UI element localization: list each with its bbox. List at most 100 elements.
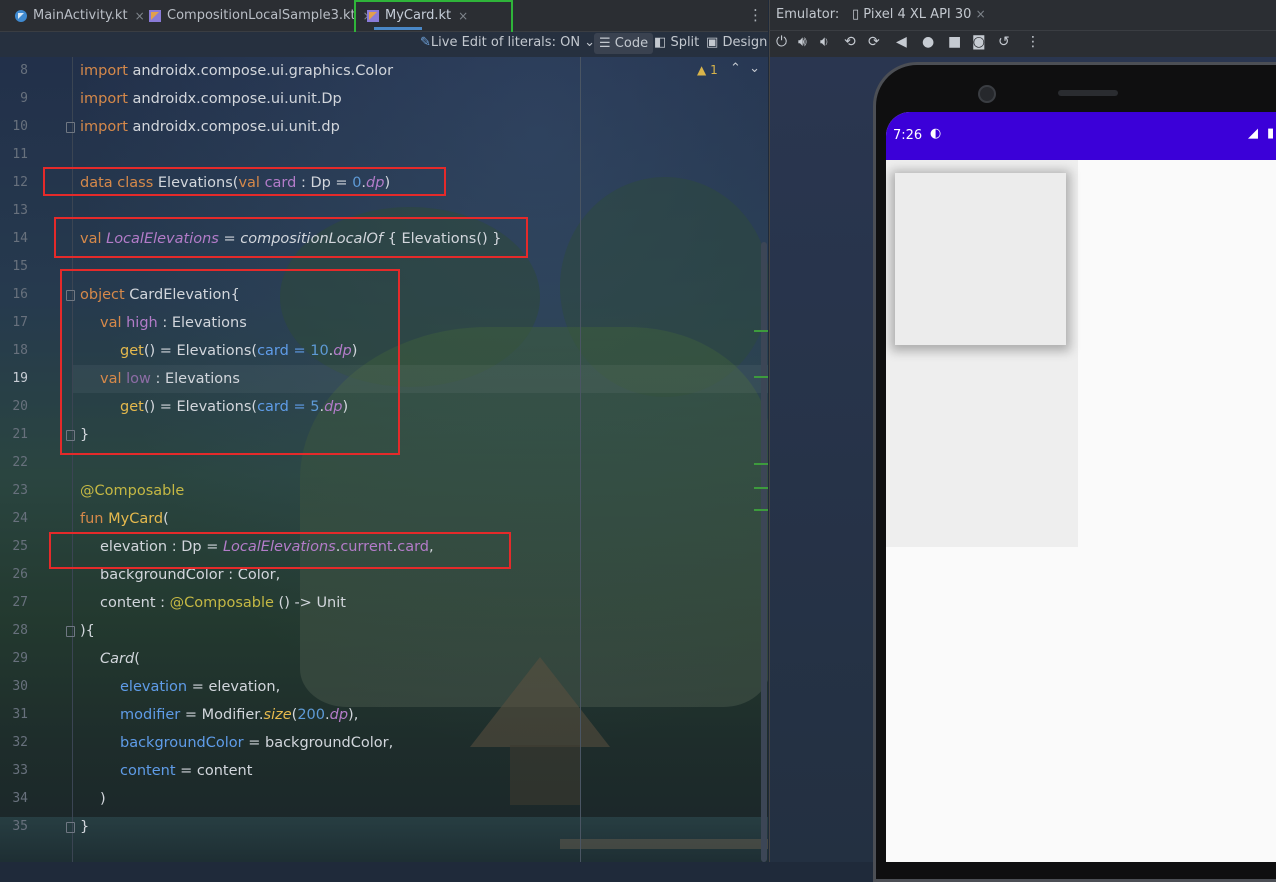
line-number: 34 [12, 791, 28, 806]
change-marker[interactable] [754, 376, 768, 378]
pencil-icon: ✎ [420, 35, 431, 50]
line-number: 32 [12, 735, 28, 750]
design-label: Design [722, 35, 768, 50]
signal-icon: ◢ [1248, 126, 1258, 141]
volume-up-icon[interactable]: 🔊︎ [798, 34, 807, 50]
live-edit-dropdown[interactable]: ✎Live Edit of literals: ON ⌄ [420, 35, 595, 50]
chevron-down-icon[interactable]: ⌄ [749, 61, 760, 76]
code-line-31: modifier = Modifier.size(200.dp), [120, 707, 359, 723]
change-marker[interactable] [754, 330, 768, 332]
fold-marker-icon[interactable] [66, 626, 75, 637]
code-icon: ☰ [599, 36, 611, 51]
line-number: 29 [12, 651, 28, 666]
line-number: 25 [12, 539, 28, 554]
code-line-24: fun MyCard( [80, 511, 169, 527]
home-icon[interactable]: ● [922, 34, 934, 50]
highlight-box-elevation-param [49, 532, 511, 569]
tab-mainactivity[interactable]: MainActivity.kt × [14, 0, 145, 31]
fold-marker-icon[interactable] [66, 122, 75, 133]
line-number: 21 [12, 427, 28, 442]
highlight-box-local-elevations [54, 217, 528, 258]
line-number: 18 [12, 343, 28, 358]
line-number: 26 [12, 567, 28, 582]
line-number: 12 [12, 175, 28, 190]
line-number-current: 19 [12, 371, 28, 386]
code-line-27: content : @Composable () -> Unit [100, 595, 346, 611]
line-number: 30 [12, 679, 28, 694]
front-camera-icon [978, 85, 996, 103]
line-number: 33 [12, 763, 28, 778]
right-margin-guide [580, 57, 581, 862]
code-line-33: content = content [120, 763, 253, 779]
code-label: Code [614, 36, 649, 51]
emulator-toolbar: ⏻ 🔊︎ 🔉︎ ⟲ ⟳ ◀ ● ■ ◙ ↺ ⋮ [769, 31, 1276, 57]
code-view-button[interactable]: ☰ Code [594, 33, 654, 54]
camera-icon[interactable]: ◙ [972, 34, 986, 50]
highlight-box-data-class [43, 167, 446, 196]
code-line-10: import androidx.compose.ui.unit.dp [80, 119, 340, 135]
code-line-9: import androidx.compose.ui.unit.Dp [80, 91, 342, 107]
line-number: 27 [12, 595, 28, 610]
line-number: 17 [12, 315, 28, 330]
phone-screen[interactable]: 7:26 ◐ ◢ ▮ [886, 112, 1276, 862]
change-marker[interactable] [754, 509, 768, 511]
close-icon[interactable]: × [976, 7, 986, 21]
line-number: 28 [12, 623, 28, 638]
emulator-header: Emulator: ▯ Pixel 4 XL API 30 × [769, 0, 1276, 31]
chevron-up-icon[interactable]: ⌃ [730, 61, 741, 76]
volume-down-icon[interactable]: 🔉︎ [820, 34, 829, 50]
emulator-device-tab[interactable]: ▯ Pixel 4 XL API 30 × [852, 7, 986, 22]
editor-tab-bar: MainActivity.kt × CompositionLocalSample… [0, 0, 768, 37]
editor-toolbar: ✎Live Edit of literals: ON ⌄ ☰ Code ◧ Sp… [0, 32, 768, 57]
warning-count: 1 [710, 63, 718, 77]
line-number: 22 [12, 455, 28, 470]
code-line-28: ){ [80, 623, 95, 639]
close-icon[interactable]: × [135, 9, 145, 23]
vertical-scrollbar[interactable] [761, 242, 767, 862]
warning-indicator[interactable]: ▲ 1 [697, 63, 718, 77]
power-icon[interactable]: ⏻ [776, 34, 787, 50]
card-container [886, 160, 1078, 547]
snapshot-icon[interactable]: ↺ [998, 34, 1010, 50]
back-icon[interactable]: ◀ [896, 34, 907, 50]
battery-icon: ▮ [1267, 126, 1275, 141]
code-line-29: Card( [100, 651, 140, 667]
code-line-8: import androidx.compose.ui.graphics.Colo… [80, 63, 394, 79]
code-editor[interactable]: 8 9 10 11 12 13 14 15 16 17 18 19 20 21 … [0, 57, 768, 862]
emulator-label: Emulator: [776, 7, 840, 22]
tab-compositionlocalsample3[interactable]: CompositionLocalSample3.kt × [148, 0, 373, 31]
more-options-icon[interactable]: ⋮ [1026, 34, 1040, 50]
line-number: 20 [12, 399, 28, 414]
speaker-grille [1058, 90, 1118, 96]
phone-icon: ▯ [852, 7, 860, 22]
chevron-down-icon: ⌄ [580, 35, 596, 50]
kotlin-file-icon [149, 9, 161, 22]
line-number: 11 [12, 147, 28, 162]
line-number: 14 [12, 231, 28, 246]
overview-icon[interactable]: ■ [948, 34, 961, 50]
live-edit-label: Live Edit of literals: ON [430, 35, 581, 50]
line-number: 13 [12, 203, 28, 218]
background-hut [510, 745, 580, 805]
design-view-button[interactable]: ▣ Design [706, 35, 767, 50]
line-number: 31 [12, 707, 28, 722]
fold-marker-icon[interactable] [66, 822, 75, 833]
warning-navigation[interactable]: ⌃ ⌄ [730, 61, 760, 76]
warning-icon: ▲ [697, 63, 707, 77]
line-number: 35 [12, 819, 28, 834]
line-number: 8 [20, 63, 28, 78]
split-label: Split [670, 35, 700, 50]
my-card[interactable] [895, 173, 1066, 345]
split-view-button[interactable]: ◧ Split [654, 35, 699, 50]
image-icon: ▣ [706, 35, 719, 50]
change-marker[interactable] [754, 463, 768, 465]
rotate-right-icon[interactable]: ⟳ [868, 34, 880, 50]
line-number: 9 [20, 91, 28, 106]
change-marker[interactable] [754, 487, 768, 489]
status-bar: 7:26 ◐ ◢ ▮ [886, 112, 1276, 160]
highlight-box-card-elevation [60, 269, 400, 455]
notification-icon: ◐ [930, 126, 942, 141]
line-number: 10 [12, 119, 28, 134]
more-options-icon[interactable]: ⋮ [748, 6, 763, 24]
rotate-left-icon[interactable]: ⟲ [844, 34, 856, 50]
